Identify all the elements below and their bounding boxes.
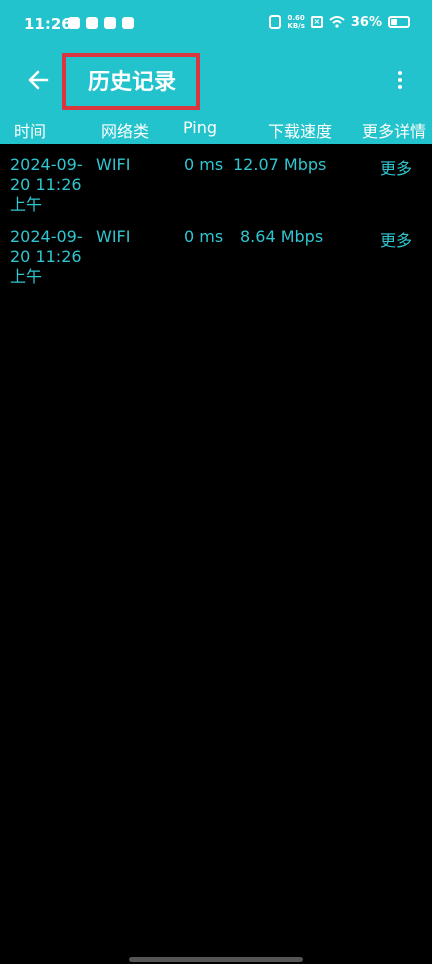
network-speed-value: 0.60: [287, 14, 305, 22]
page-title: 历史记录: [88, 70, 177, 95]
table-header: 时间 网络类 Ping 下载速度 更多详情: [0, 110, 432, 144]
row-more-link[interactable]: 更多: [380, 155, 412, 179]
battery-percentage: 36%: [350, 14, 382, 30]
vibrate-icon: [269, 15, 282, 29]
wifi-icon: [329, 16, 345, 28]
shield-icon: [104, 17, 116, 29]
back-button[interactable]: [20, 62, 56, 98]
status-time: 11:26: [24, 15, 72, 33]
row-download: 12.07 Mbps: [233, 155, 327, 174]
dot-icon: [398, 85, 402, 89]
home-indicator[interactable]: [129, 957, 303, 962]
app-notification-icon: [68, 17, 80, 29]
battery-fill: [391, 19, 397, 25]
header-more-details: 更多详情: [362, 122, 427, 141]
row-more-link[interactable]: 更多: [380, 227, 412, 251]
table-row[interactable]: 2024-09-20 11:26上午 WIFI 0 ms 12.07 Mbps …: [0, 155, 432, 227]
row-ping: 0 ms: [184, 155, 224, 174]
row-download: 8.64 Mbps: [240, 227, 324, 246]
row-network: WIFI: [96, 227, 131, 246]
mail-icon: [122, 17, 134, 29]
app-notification-icon: [86, 17, 98, 29]
header-ping: Ping: [183, 118, 218, 137]
network-speed-unit: KB/s: [287, 22, 305, 30]
dot-icon: [398, 71, 402, 75]
header-network: 网络类: [101, 122, 150, 141]
status-right: 0.60 KB/s × 36%: [269, 14, 410, 30]
row-time: 2024-09-20 11:26上午: [10, 227, 83, 286]
table-row[interactable]: 2024-09-20 11:26上午 WIFI 0 ms 8.64 Mbps 更…: [0, 227, 432, 299]
more-options-button[interactable]: [386, 64, 414, 96]
status-bar: 11:26 0.60 KB/s × 36%: [0, 0, 432, 50]
row-ping: 0 ms: [184, 227, 224, 246]
header-time: 时间: [14, 122, 47, 141]
app-bar: 历史记录: [0, 50, 432, 110]
row-time: 2024-09-20 11:26上午: [10, 155, 83, 214]
battery-icon: [388, 16, 410, 28]
network-speed: 0.60 KB/s: [287, 14, 304, 30]
row-network: WIFI: [96, 155, 131, 174]
no-sim-icon: ×: [310, 16, 323, 28]
notification-icons: [68, 17, 134, 29]
arrow-left-icon: [28, 70, 49, 90]
dot-icon: [398, 78, 402, 82]
header-download: 下载速度: [268, 122, 333, 141]
